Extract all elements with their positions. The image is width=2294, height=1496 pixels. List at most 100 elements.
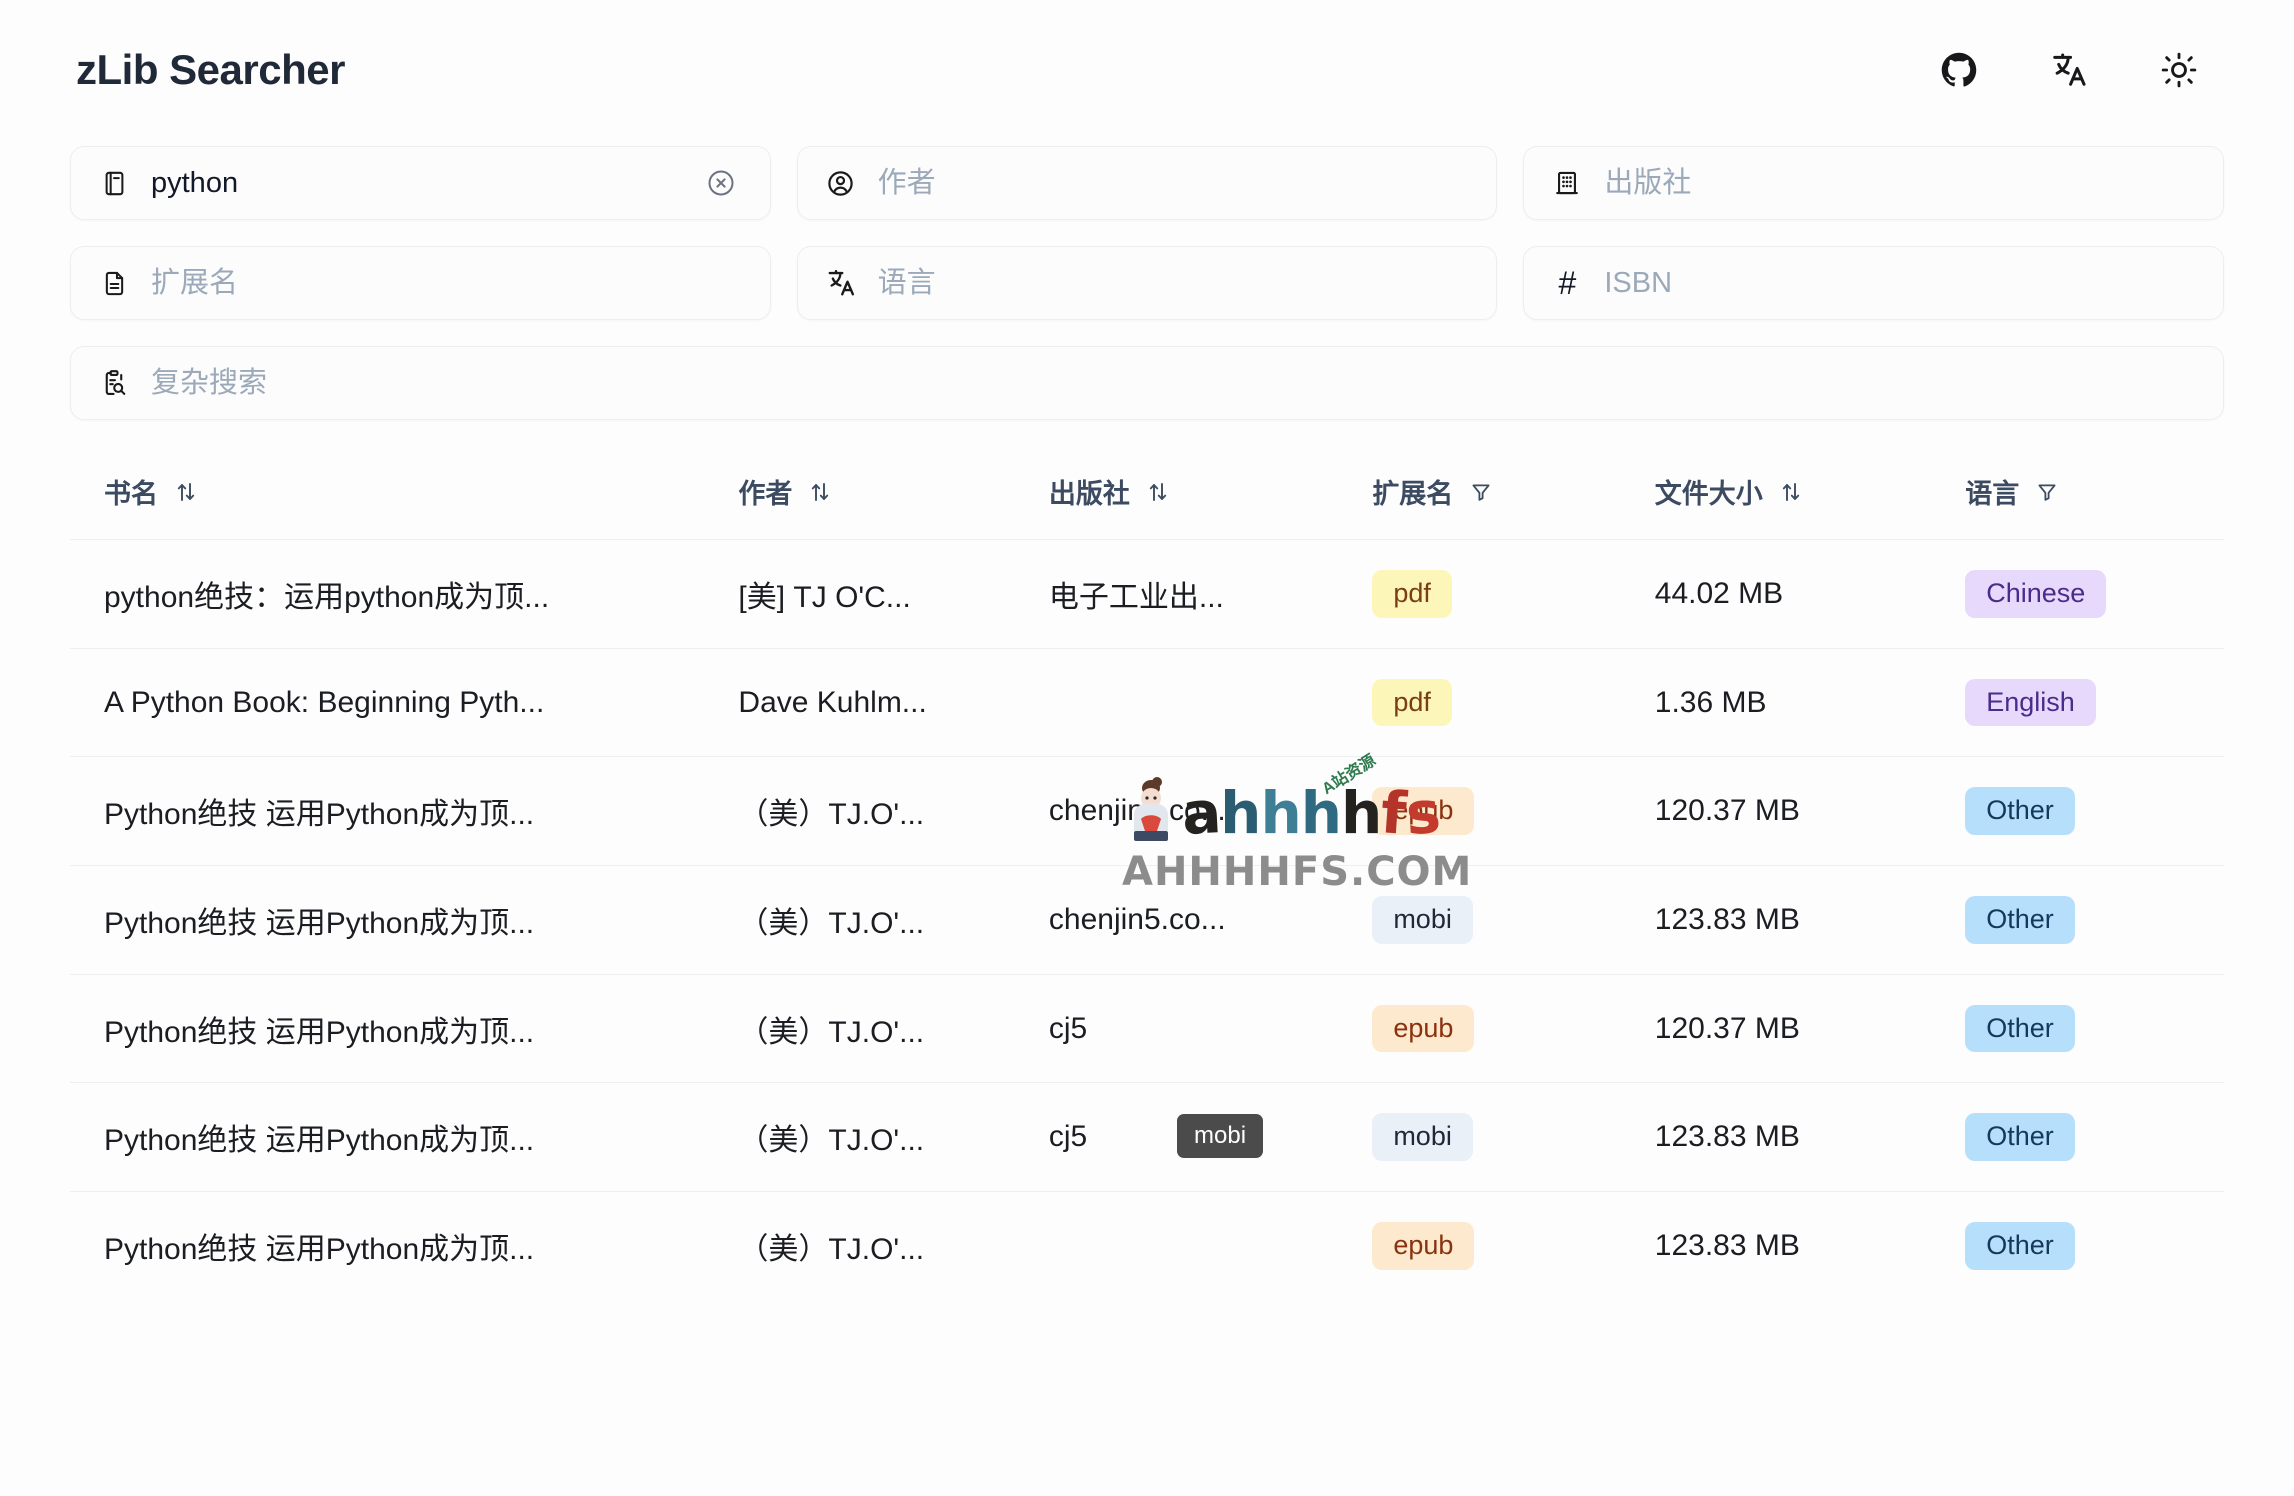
table-row[interactable]: python绝技：运用python成为顶...[美] TJ O'C...电子工业… [70, 540, 2224, 649]
translate-icon [826, 268, 856, 298]
column-header-publisher[interactable]: 出版社 [1049, 446, 1372, 540]
table-row[interactable]: Python绝技 运用Python成为顶...（美）TJ.O'...cj5epu… [70, 974, 2224, 1083]
building-icon [1552, 168, 1582, 198]
column-header-title[interactable]: 书名 [70, 446, 738, 540]
cell-title: Python绝技 运用Python成为顶... [70, 866, 738, 975]
sort-icon[interactable] [808, 480, 832, 504]
search-form: python 作者 [70, 140, 2224, 420]
language-badge[interactable]: Other [1965, 896, 2075, 944]
language-badge[interactable]: Other [1965, 1113, 2075, 1161]
search-input-author-placeholder: 作者 [878, 169, 936, 198]
cell-author: （美）TJ.O'... [738, 1192, 1048, 1300]
clipboard-search-icon [99, 368, 129, 398]
search-input-publisher[interactable]: 出版社 [1523, 146, 2224, 220]
table-row[interactable]: Python绝技 运用Python成为顶...（美）TJ.O'...cj5mob… [70, 1083, 2224, 1192]
user-circle-icon [826, 168, 856, 198]
search-input-author[interactable]: 作者 [797, 146, 1498, 220]
table-row[interactable]: Python绝技 运用Python成为顶...（美）TJ.O'... epub 12… [70, 1192, 2224, 1300]
column-header-language[interactable]: 语言 [1965, 446, 2224, 540]
column-header-author[interactable]: 作者 [738, 446, 1048, 540]
cell-author: （美）TJ.O'... [738, 866, 1048, 975]
search-input-language-placeholder: 语言 [878, 269, 936, 298]
app-header: zLib Searcher [70, 0, 2224, 140]
extension-badge[interactable]: mobi [1372, 896, 1473, 944]
language-badge[interactable]: English [1965, 679, 2096, 727]
cell-extension: epub [1372, 974, 1654, 1083]
results-table: 书名 作者 [70, 446, 2224, 1300]
cell-author: （美）TJ.O'... [738, 974, 1048, 1083]
sort-icon[interactable] [1779, 480, 1803, 504]
extension-badge[interactable]: epub [1372, 1005, 1474, 1053]
clear-icon[interactable] [706, 168, 736, 198]
language-badge[interactable]: Other [1965, 787, 2075, 835]
table-row[interactable]: Python绝技 运用Python成为顶...（美）TJ.O'...chenji… [70, 757, 2224, 866]
search-input-extension-placeholder: 扩展名 [151, 269, 238, 298]
search-input-title[interactable]: python [70, 146, 771, 220]
cell-extension: pdf [1372, 540, 1654, 649]
github-icon[interactable] [1936, 47, 1982, 93]
cell-extension: pdf [1372, 648, 1654, 757]
extension-badge[interactable]: pdf [1372, 679, 1452, 727]
cell-language: Other [1965, 866, 2224, 975]
cell-author: Dave Kuhlm... [738, 648, 1048, 757]
table-row[interactable]: A Python Book: Beginning Pyth...Dave Kuh… [70, 648, 2224, 757]
language-badge[interactable]: Other [1965, 1005, 2075, 1053]
search-input-extension[interactable]: 扩展名 [70, 246, 771, 320]
extension-badge[interactable]: pdf [1372, 570, 1452, 618]
cell-publisher [1049, 1192, 1372, 1300]
column-header-extension[interactable]: 扩展名 [1372, 446, 1654, 540]
column-header-title-label: 书名 [104, 472, 158, 511]
column-header-filesize[interactable]: 文件大小 [1655, 446, 1965, 540]
sort-icon[interactable] [1146, 480, 1170, 504]
extension-badge[interactable]: epub [1372, 1222, 1474, 1270]
cell-title: Python绝技 运用Python成为顶... [70, 1083, 738, 1192]
extension-badge[interactable]: epub [1372, 787, 1474, 835]
cell-filesize: 44.02 MB [1655, 540, 1965, 649]
cell-title: A Python Book: Beginning Pyth... [70, 648, 738, 757]
cell-publisher: chenjin5.co... [1049, 757, 1372, 866]
search-input-language[interactable]: 语言 [797, 246, 1498, 320]
sort-icon[interactable] [174, 480, 198, 504]
search-input-complex[interactable]: 复杂搜索 [70, 346, 2224, 420]
language-badge[interactable]: Other [1965, 1222, 2075, 1270]
table-row[interactable]: Python绝技 运用Python成为顶...（美）TJ.O'...chenji… [70, 866, 2224, 975]
hash-icon: # [1552, 268, 1582, 298]
cell-author: （美）TJ.O'... [738, 757, 1048, 866]
cell-language: Other [1965, 1083, 2224, 1192]
cell-language: Chinese [1965, 540, 2224, 649]
cell-language: English [1965, 648, 2224, 757]
search-input-complex-placeholder: 复杂搜索 [151, 369, 267, 398]
filter-icon[interactable] [2035, 480, 2059, 504]
column-header-filesize-label: 文件大小 [1655, 472, 1763, 511]
cell-publisher: 电子工业出... [1049, 540, 1372, 649]
extension-badge[interactable]: mobi [1372, 1113, 1473, 1161]
cell-author: [美] TJ O'C... [738, 540, 1048, 649]
table-head: 书名 作者 [70, 446, 2224, 540]
cell-publisher: chenjin5.co... [1049, 866, 1372, 975]
cell-language: Other [1965, 1192, 2224, 1300]
search-input-isbn[interactable]: # ISBN [1523, 246, 2224, 320]
theme-icon[interactable] [2156, 47, 2202, 93]
filter-icon[interactable] [1469, 480, 1493, 504]
cell-publisher [1049, 648, 1372, 757]
language-badge[interactable]: Chinese [1965, 570, 2106, 618]
page-title: zLib Searcher [76, 46, 345, 94]
tooltip: mobi [1177, 1114, 1263, 1158]
translate-icon[interactable] [2046, 47, 2092, 93]
search-row-2: 扩展名 语言 # ISBN [70, 246, 2224, 320]
cell-author: （美）TJ.O'... [738, 1083, 1048, 1192]
cell-filesize: 120.37 MB [1655, 757, 1965, 866]
cell-filesize: 123.83 MB [1655, 1192, 1965, 1300]
cell-title: Python绝技 运用Python成为顶... [70, 757, 738, 866]
cell-title: Python绝技 运用Python成为顶... [70, 1192, 738, 1300]
search-input-isbn-placeholder: ISBN [1604, 269, 1672, 298]
cell-filesize: 1.36 MB [1655, 648, 1965, 757]
cell-filesize: 123.83 MB [1655, 1083, 1965, 1192]
table-body: python绝技：运用python成为顶...[美] TJ O'C...电子工业… [70, 540, 2224, 1300]
header-actions [1936, 47, 2218, 93]
cell-title: python绝技：运用python成为顶... [70, 540, 738, 649]
cell-extension: epub [1372, 1192, 1654, 1300]
cell-title: Python绝技 运用Python成为顶... [70, 974, 738, 1083]
table-header-row: 书名 作者 [70, 446, 2224, 540]
cell-language: Other [1965, 757, 2224, 866]
